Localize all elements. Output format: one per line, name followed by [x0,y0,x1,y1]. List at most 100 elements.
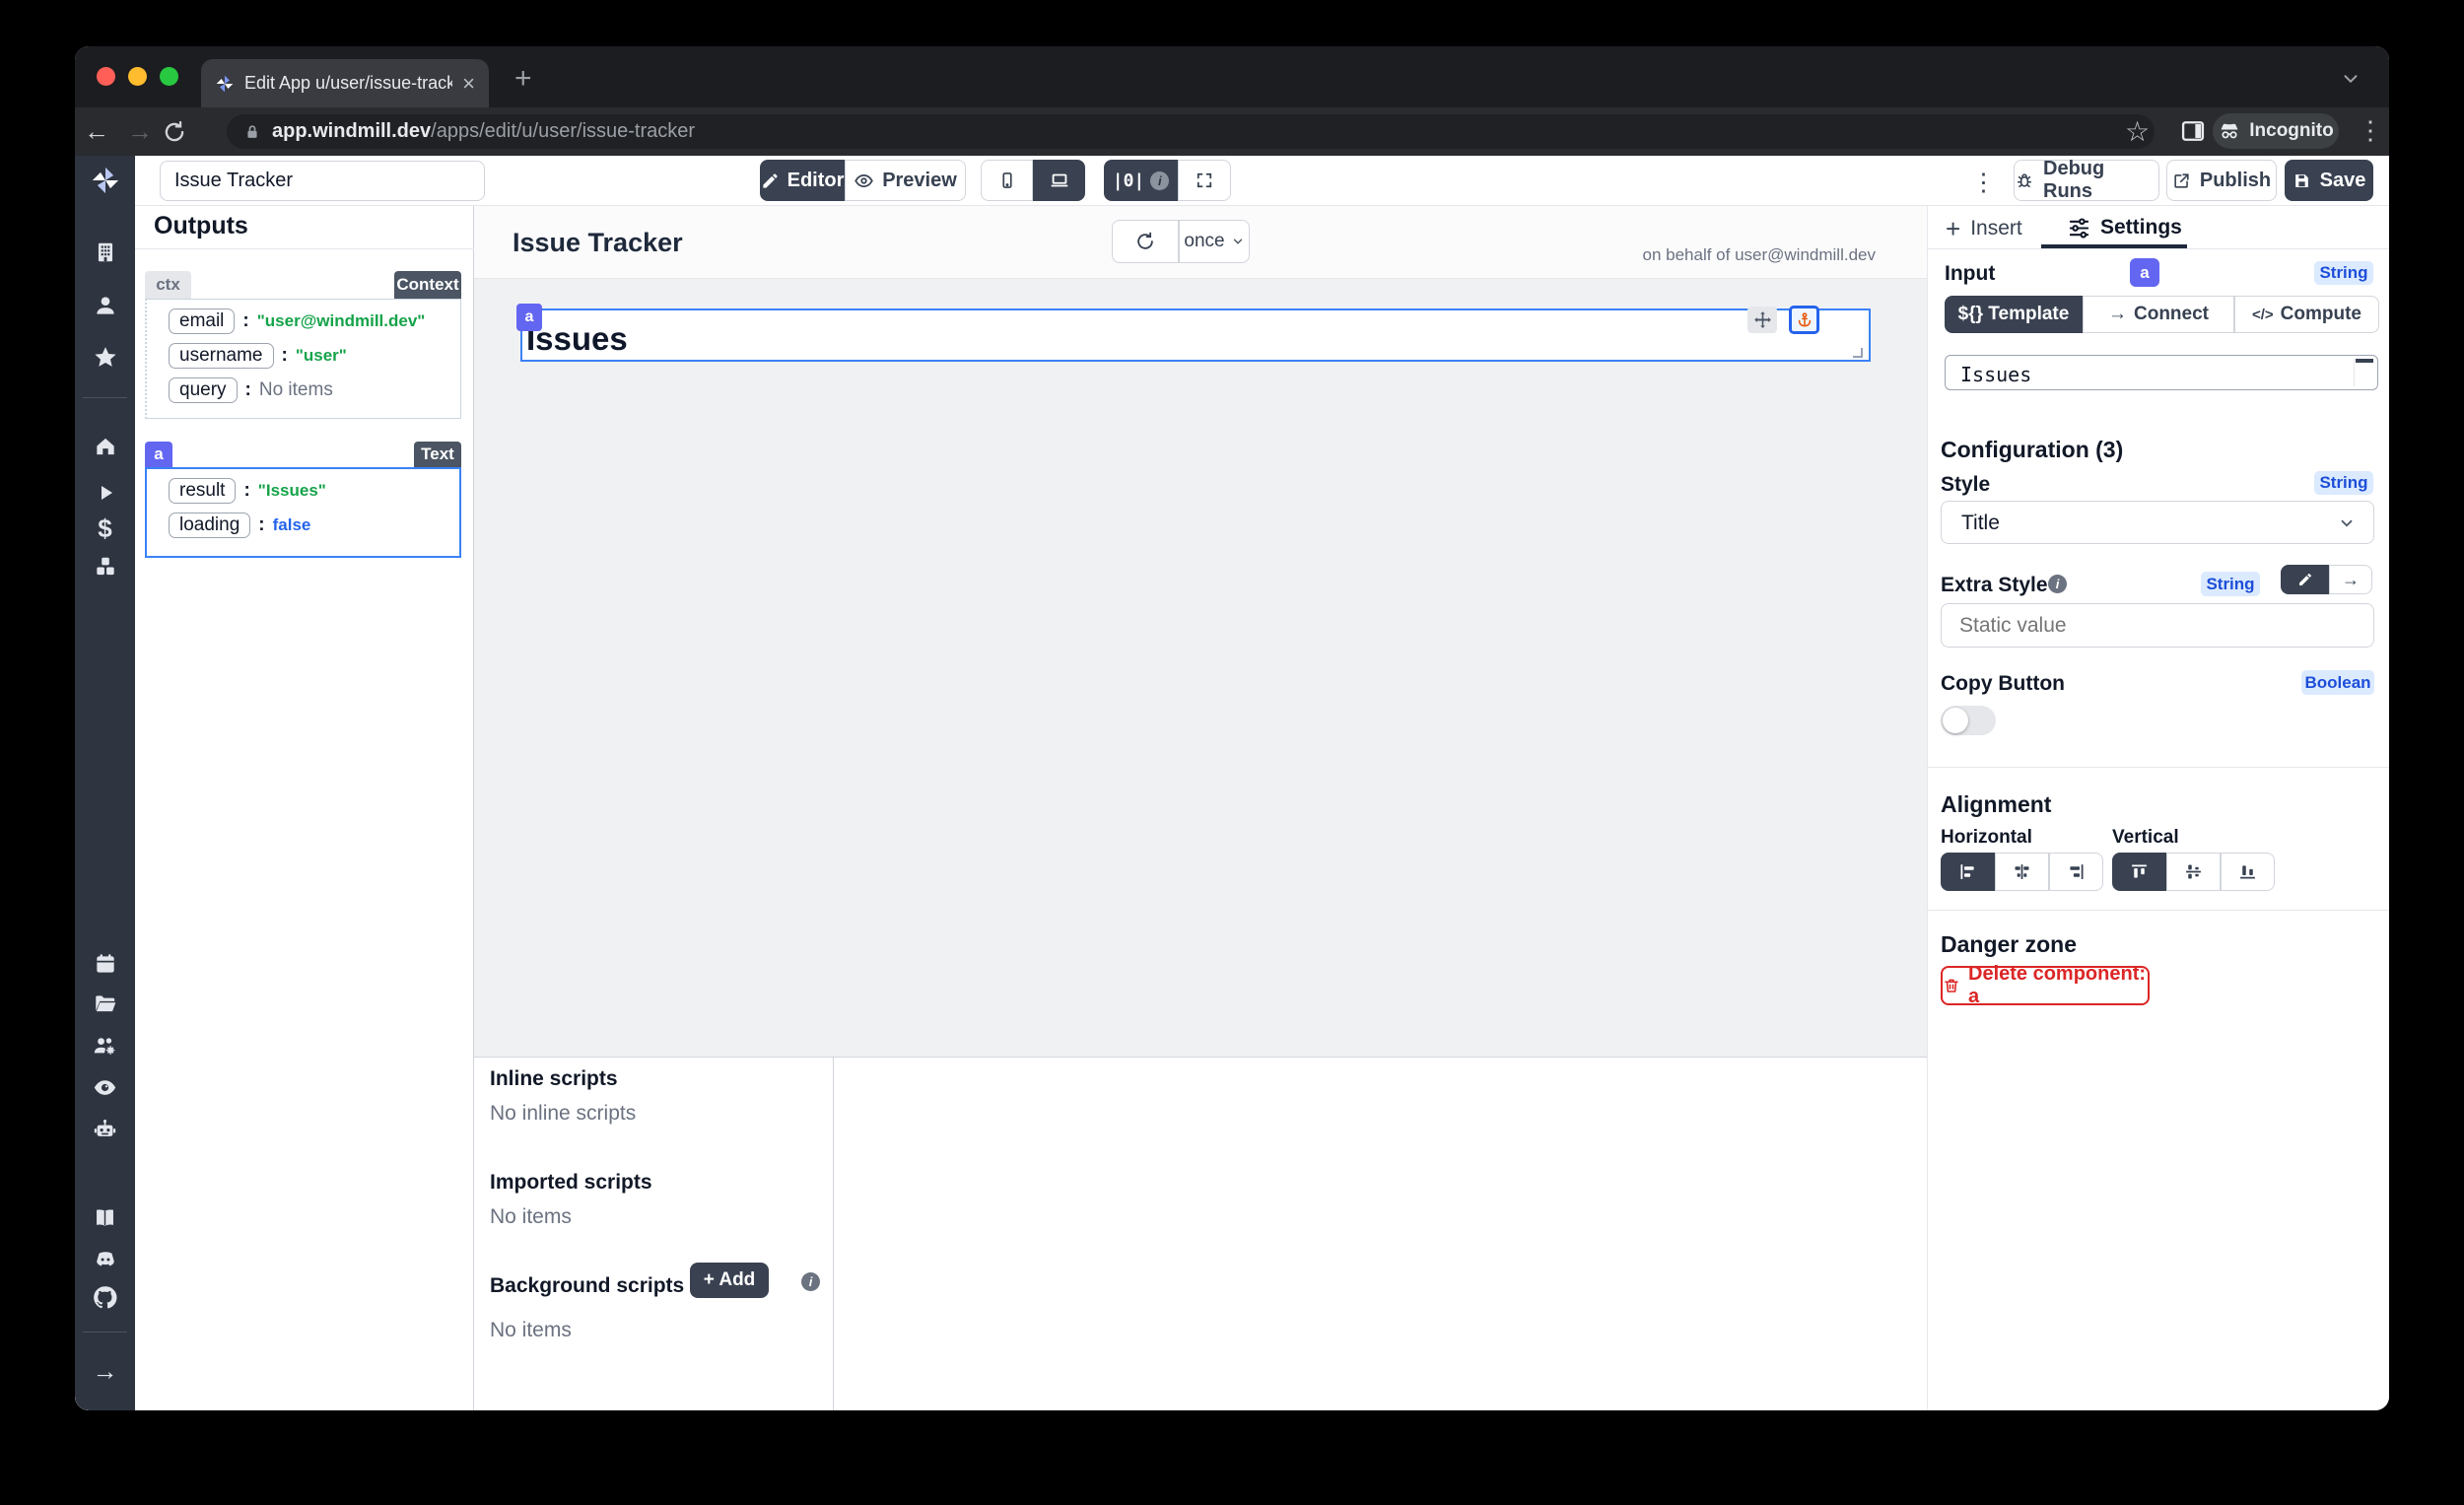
template-mode-button[interactable]: ${} Template [1945,296,2083,333]
tab-settings[interactable]: Settings [2068,216,2182,239]
sliders-icon [2068,217,2090,239]
app-name-input[interactable] [160,161,485,201]
output-row[interactable]: email : "user@windmill.dev" [169,308,460,334]
output-node-a[interactable]: a [145,442,172,467]
align-right-button[interactable] [2049,853,2103,891]
editor-button[interactable]: Editor [760,160,845,201]
connect-arrow-button[interactable]: → [2329,565,2372,594]
refresh-group: once [1112,220,1250,263]
input-mode-toggle: ${} Template → Connect </> Compute [1945,296,2379,333]
preview-button[interactable]: Preview [845,160,966,201]
workers-robot-icon[interactable] [75,1114,135,1143]
close-window-button[interactable] [97,67,115,86]
output-row[interactable]: query : No items [169,377,460,403]
align-bottom-button[interactable] [2221,853,2275,891]
align-left-icon [1957,861,1978,882]
compute-mode-button[interactable]: </> Compute [2234,296,2379,333]
output-value: false [273,515,311,535]
output-row[interactable]: loading : false [169,513,459,538]
schedules-calendar-icon[interactable] [75,949,135,979]
resources-cubes-icon[interactable] [75,552,135,581]
back-icon[interactable]: ← [75,116,118,147]
editor-preview-toggle: Editor Preview [760,160,966,201]
side-panel-icon[interactable] [2179,117,2207,145]
tab-insert[interactable]: + Insert [1946,216,2022,241]
copy-button-toggle[interactable] [1941,706,1996,735]
phone-icon [997,171,1017,190]
browser-menu-dots-icon[interactable]: ⋮ [2358,115,2383,146]
align-left-button[interactable] [1941,853,1995,891]
debug-runs-button[interactable]: Debug Runs [2014,160,2159,201]
close-tab-icon[interactable]: × [462,73,475,95]
align-top-button[interactable] [2112,853,2166,891]
folders-icon[interactable] [75,989,135,1018]
incognito-label: Incognito [2249,120,2333,142]
browser-tab[interactable]: Edit App u/user/issue-tracker | × [201,59,489,107]
inline-scripts-title: Inline scripts [490,1067,618,1091]
windmill-logo-icon[interactable] [75,166,135,195]
minimize-window-button[interactable] [128,67,147,86]
extra-style-input[interactable] [1941,603,2374,648]
user-icon[interactable] [75,291,135,320]
move-component-button[interactable] [1747,307,1777,333]
app-menu-dots-icon[interactable]: ⋮ [1971,168,1996,197]
output-row[interactable]: username : "user" [169,343,460,369]
publish-button[interactable]: Publish [2166,160,2277,201]
static-edit-button[interactable] [2281,565,2329,594]
github-icon[interactable] [75,1282,135,1312]
output-key[interactable]: result [169,478,236,504]
component-id-badge[interactable]: a [516,304,542,331]
output-key[interactable]: query [169,377,238,403]
ctx-outputs-card[interactable]: email : "user@windmill.dev" username : "… [145,299,461,419]
output-key[interactable]: email [169,308,235,334]
output-row[interactable]: result : "Issues" [169,478,459,504]
copy-button-type-badge: Boolean [2301,670,2374,695]
output-key[interactable]: username [169,343,274,369]
add-background-script-button[interactable]: + Add [690,1263,769,1298]
bookmark-star-icon[interactable]: ☆ [2125,115,2150,148]
debug-toggle-group: |0| i [1104,160,1231,201]
refresh-button[interactable] [1112,220,1179,263]
selected-component[interactable] [520,308,1871,362]
variables-dollar-icon[interactable]: $ [75,513,135,543]
zoom-window-button[interactable] [160,67,178,86]
desktop-view-button[interactable] [1033,160,1085,201]
audit-eye-icon[interactable] [75,1072,135,1102]
align-center-h-button[interactable] [1995,853,2049,891]
connect-mode-button[interactable]: → Connect [2083,296,2234,333]
windmill-app: $ [75,156,2389,1410]
mobile-view-button[interactable] [981,160,1033,201]
hide-outputs-button[interactable]: |0| i [1104,160,1178,201]
save-button[interactable]: Save [2285,160,2373,201]
divider [1928,767,2389,768]
favorites-star-icon[interactable] [75,343,135,373]
home-icon[interactable] [75,432,135,461]
style-select[interactable]: Title [1941,501,2374,544]
docs-book-icon[interactable] [75,1202,135,1232]
refresh-mode-dropdown[interactable]: once [1179,220,1250,263]
app-title: Issue Tracker [513,228,683,258]
anchor-component-button[interactable] [1789,306,1819,334]
discord-icon[interactable] [75,1245,135,1274]
reload-icon[interactable] [162,119,205,145]
collapse-arrow-right-icon[interactable]: → [75,1356,135,1386]
workspace-building-icon[interactable] [75,238,135,267]
output-key[interactable]: loading [169,513,250,538]
tab-search-chevron-icon[interactable] [2340,68,2361,90]
new-tab-button[interactable]: + [514,64,532,94]
sidebar-divider [83,1332,127,1333]
runs-play-icon[interactable] [75,478,135,508]
a-outputs-card[interactable]: result : "Issues" loading : false [145,467,461,558]
template-code-editor[interactable]: Issues [1945,355,2378,390]
delete-component-button[interactable]: Delete component: a [1941,966,2150,1005]
align-middle-v-button[interactable] [2166,853,2221,891]
align-middle-v-icon [2183,861,2204,882]
address-bar[interactable]: app.windmill.dev/apps/edit/u/user/issue-… [227,114,2155,149]
on-behalf-text: on behalf of user@windmill.dev [1643,245,1877,265]
groups-users-icon[interactable] [75,1030,135,1060]
forward-icon[interactable]: → [118,116,162,147]
fullscreen-button[interactable] [1178,160,1231,201]
resize-handle[interactable] [1853,348,1863,358]
info-icon: i [2048,575,2067,593]
output-node-ctx[interactable]: ctx [145,271,191,299]
